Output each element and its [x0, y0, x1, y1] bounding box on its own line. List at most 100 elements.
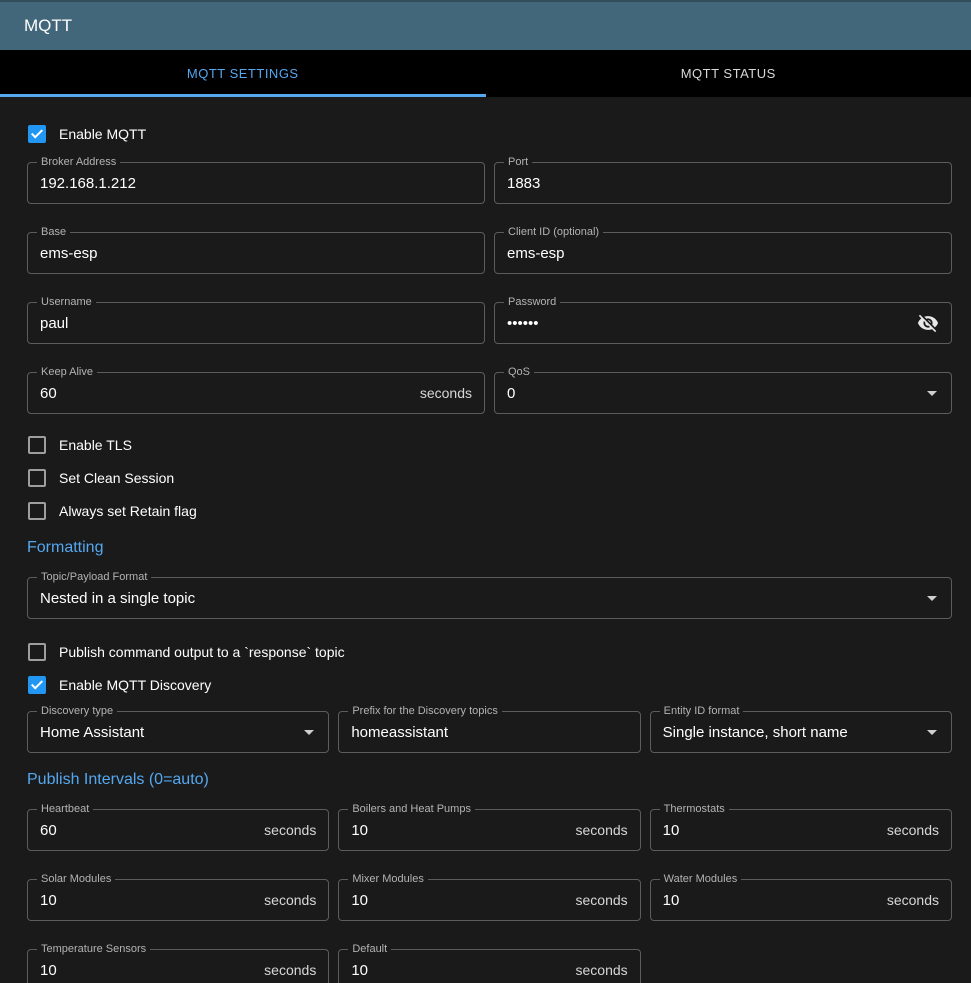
broker-address-field[interactable]: Broker Address 192.168.1.212 — [27, 162, 485, 204]
clean-session-label: Set Clean Session — [59, 470, 174, 486]
discovery-prefix-value: homeassistant — [351, 724, 627, 741]
default-unit: seconds — [576, 962, 628, 978]
temperature-label: Temperature Sensors — [37, 943, 150, 956]
base-field[interactable]: Base ems-esp — [27, 232, 485, 274]
enable-mqtt-checkbox[interactable] — [28, 125, 46, 143]
username-label: Username — [37, 296, 96, 309]
default-value: 10 — [351, 962, 567, 979]
password-value: •••••• — [507, 315, 907, 332]
chevron-down-icon — [927, 730, 937, 735]
publish-response-row: Publish command output to a `response` t… — [27, 635, 952, 668]
temperature-interval-field[interactable]: Temperature Sensors 10 seconds — [27, 949, 329, 983]
tab-mqtt-settings[interactable]: MQTT SETTINGS — [0, 50, 486, 97]
app-bar: MQTT — [0, 0, 971, 50]
entity-id-format-label: Entity ID format — [660, 705, 744, 718]
publish-response-label: Publish command output to a `response` t… — [59, 644, 345, 660]
water-value: 10 — [663, 892, 879, 909]
intervals-row-2: Solar Modules 10 seconds Mixer Modules 1… — [27, 879, 952, 921]
port-label: Port — [504, 156, 532, 169]
intervals-row-3: Temperature Sensors 10 seconds Default 1… — [27, 949, 952, 983]
retain-flag-row: Always set Retain flag — [27, 494, 952, 527]
mixer-value: 10 — [351, 892, 567, 909]
topic-format-row: Topic/Payload Format Nested in a single … — [27, 577, 952, 619]
discovery-type-select[interactable]: Discovery type Home Assistant — [27, 711, 329, 753]
enable-tls-label: Enable TLS — [59, 437, 132, 453]
formatting-heading: Formatting — [27, 539, 952, 557]
solar-interval-field[interactable]: Solar Modules 10 seconds — [27, 879, 329, 921]
discovery-prefix-field[interactable]: Prefix for the Discovery topics homeassi… — [338, 711, 640, 753]
base-value: ems-esp — [40, 245, 472, 262]
water-unit: seconds — [887, 892, 939, 908]
boilers-unit: seconds — [576, 822, 628, 838]
chevron-down-icon — [304, 730, 314, 735]
enable-discovery-label: Enable MQTT Discovery — [59, 677, 211, 693]
port-value: 1883 — [507, 175, 939, 192]
visibility-off-icon — [917, 312, 939, 334]
enable-discovery-checkbox[interactable] — [28, 676, 46, 694]
base-label: Base — [37, 226, 70, 239]
keep-alive-field[interactable]: Keep Alive 60 seconds — [27, 372, 485, 414]
client-id-field[interactable]: Client ID (optional) ems-esp — [494, 232, 952, 274]
solar-unit: seconds — [264, 892, 316, 908]
mixer-interval-field[interactable]: Mixer Modules 10 seconds — [338, 879, 640, 921]
keep-alive-label: Keep Alive — [37, 366, 97, 379]
retain-flag-label: Always set Retain flag — [59, 503, 197, 519]
enable-tls-checkbox[interactable] — [28, 436, 46, 454]
qos-select[interactable]: QoS 0 — [494, 372, 952, 414]
password-label: Password — [504, 296, 560, 309]
base-clientid-row: Base ems-esp Client ID (optional) ems-es… — [27, 232, 952, 274]
topic-payload-format-label: Topic/Payload Format — [37, 571, 151, 584]
heartbeat-interval-field[interactable]: Heartbeat 60 seconds — [27, 809, 329, 851]
publish-response-checkbox[interactable] — [28, 643, 46, 661]
tab-bar: MQTT SETTINGS MQTT STATUS — [0, 50, 971, 97]
clean-session-checkbox[interactable] — [28, 469, 46, 487]
qos-label: QoS — [504, 366, 534, 379]
enable-mqtt-row: Enable MQTT — [27, 117, 952, 150]
publish-intervals-heading: Publish Intervals (0=auto) — [27, 771, 952, 789]
discovery-options-row: Discovery type Home Assistant Prefix for… — [27, 711, 952, 753]
enable-tls-row: Enable TLS — [27, 428, 952, 461]
heartbeat-value: 60 — [40, 822, 256, 839]
solar-value: 10 — [40, 892, 256, 909]
client-id-value: ems-esp — [507, 245, 939, 262]
keep-alive-value: 60 — [40, 385, 412, 402]
topic-payload-format-value: Nested in a single topic — [40, 590, 917, 607]
credentials-row: Username paul Password •••••• — [27, 302, 952, 344]
boilers-label: Boilers and Heat Pumps — [348, 803, 475, 816]
default-label: Default — [348, 943, 391, 956]
thermostats-value: 10 — [663, 822, 879, 839]
boilers-interval-field[interactable]: Boilers and Heat Pumps 10 seconds — [338, 809, 640, 851]
password-field[interactable]: Password •••••• — [494, 302, 952, 344]
broker-port-row: Broker Address 192.168.1.212 Port 1883 — [27, 162, 952, 204]
page-title: MQTT — [24, 16, 72, 36]
topic-payload-format-select[interactable]: Topic/Payload Format Nested in a single … — [27, 577, 952, 619]
broker-address-label: Broker Address — [37, 156, 120, 169]
tab-mqtt-status[interactable]: MQTT STATUS — [486, 50, 971, 97]
boilers-value: 10 — [351, 822, 567, 839]
entity-id-format-value: Single instance, short name — [663, 724, 917, 741]
default-interval-field[interactable]: Default 10 seconds — [338, 949, 640, 983]
intervals-row-1: Heartbeat 60 seconds Boilers and Heat Pu… — [27, 809, 952, 851]
mixer-unit: seconds — [576, 892, 628, 908]
thermostats-interval-field[interactable]: Thermostats 10 seconds — [650, 809, 952, 851]
entity-id-format-select[interactable]: Entity ID format Single instance, short … — [650, 711, 952, 753]
broker-address-value: 192.168.1.212 — [40, 175, 472, 192]
water-interval-field[interactable]: Water Modules 10 seconds — [650, 879, 952, 921]
client-id-label: Client ID (optional) — [504, 226, 603, 239]
enable-mqtt-label: Enable MQTT — [59, 126, 146, 142]
tab-mqtt-settings-label: MQTT SETTINGS — [187, 66, 299, 81]
discovery-type-value: Home Assistant — [40, 724, 294, 741]
keep-alive-unit: seconds — [420, 385, 472, 401]
retain-flag-checkbox[interactable] — [28, 502, 46, 520]
port-field[interactable]: Port 1883 — [494, 162, 952, 204]
keepalive-qos-row: Keep Alive 60 seconds QoS 0 — [27, 372, 952, 414]
tab-mqtt-status-label: MQTT STATUS — [681, 66, 776, 81]
username-field[interactable]: Username paul — [27, 302, 485, 344]
solar-label: Solar Modules — [37, 873, 115, 886]
chevron-down-icon — [927, 596, 937, 601]
thermostats-unit: seconds — [887, 822, 939, 838]
thermostats-label: Thermostats — [660, 803, 729, 816]
username-value: paul — [40, 315, 472, 332]
clean-session-row: Set Clean Session — [27, 461, 952, 494]
toggle-password-visibility-button[interactable] — [915, 310, 941, 336]
